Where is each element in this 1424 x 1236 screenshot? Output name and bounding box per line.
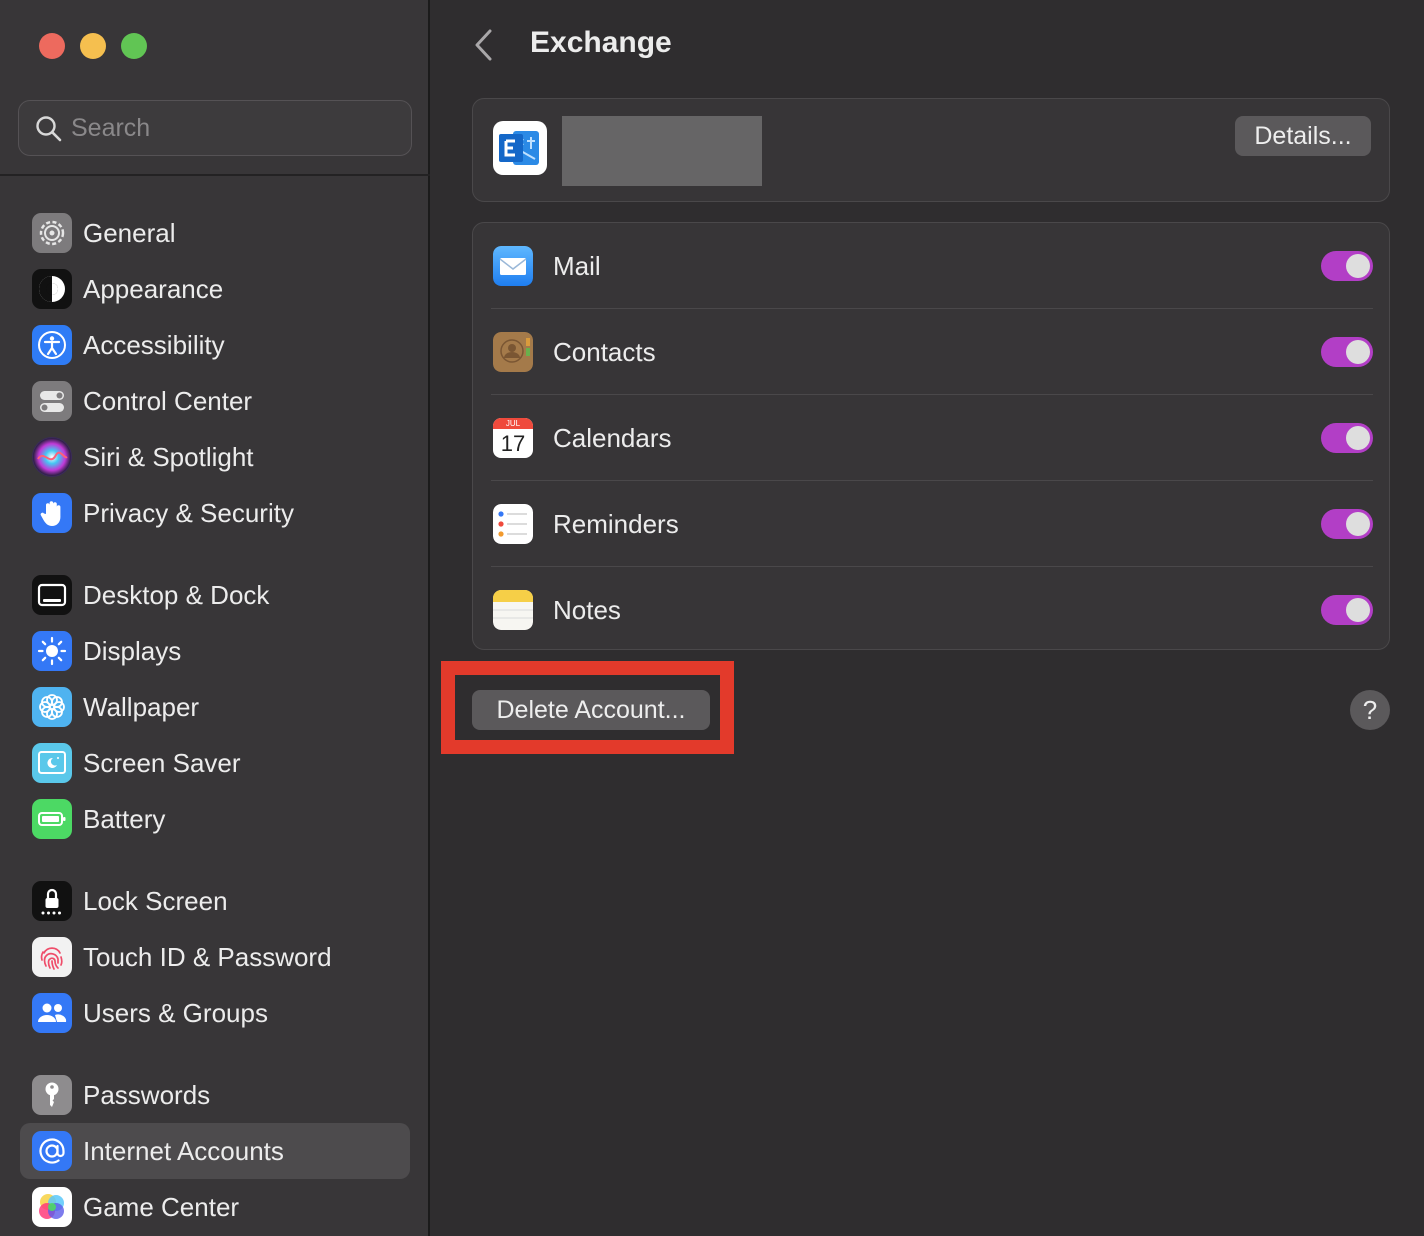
sidebar-item-label: Privacy & Security [83,497,294,528]
sidebar-divider [0,174,430,176]
sidebar-item-lock-screen[interactable]: Lock Screen [20,873,410,929]
key-icon [32,1075,72,1115]
services-list: Mail Contacts JUL 17 Calendars Reminders [472,222,1390,650]
service-row-contacts: Contacts [473,309,1391,395]
search-field[interactable] [18,100,412,156]
toggle-knob [1346,254,1370,278]
service-label: Contacts [553,336,656,367]
sidebar-item-wallpaper[interactable]: Wallpaper [20,679,410,735]
flower-icon [32,687,72,727]
sidebar-item-label: Displays [83,635,182,666]
close-window-button[interactable] [39,33,65,59]
sidebar-item-control-center[interactable]: Control Center [20,373,410,429]
sidebar-item-desktop-dock[interactable]: Desktop & Dock [20,567,410,623]
contacts-icon [493,332,533,372]
toggle-knob [1346,340,1370,364]
sidebar-item-label: Battery [83,803,166,834]
sidebar-item-game-center[interactable]: Game Center [20,1179,410,1235]
sidebar-item-general[interactable]: General [20,205,410,261]
calendar-month: JUL [493,418,533,429]
lock-icon [32,881,72,921]
sidebar-item-label: Desktop & Dock [83,579,270,610]
sidebar-item-label: Internet Accounts [83,1135,284,1166]
sidebar-item-accessibility[interactable]: Accessibility [20,317,410,373]
screen-saver-icon [32,743,72,783]
account-card: Details... [472,98,1390,202]
toggle-knob [1346,426,1370,450]
back-chevron-icon[interactable] [472,28,496,62]
sidebar-item-label: Screen Saver [83,747,241,778]
sidebar-item-label: Touch ID & Password [83,941,332,972]
sidebar-item-label: Game Center [83,1191,240,1222]
toggle-knob [1346,598,1370,622]
at-icon [32,1131,72,1171]
gear-icon [32,213,72,253]
sidebar-item-label: Passwords [83,1079,211,1110]
sidebar-item-internet-accounts[interactable]: Internet Accounts [20,1123,410,1179]
sidebar-item-privacy-security[interactable]: Privacy & Security [20,485,410,541]
zoom-window-button[interactable] [121,33,147,59]
sidebar-item-appearance[interactable]: Appearance [20,261,410,317]
mail-toggle[interactable] [1321,251,1373,281]
notes-toggle[interactable] [1321,595,1373,625]
sidebar-item-label: Lock Screen [83,885,228,916]
sidebar-item-label: General [83,217,176,248]
sidebar-item-siri-spotlight[interactable]: Siri & Spotlight [20,429,410,485]
sidebar-item-screen-saver[interactable]: Screen Saver [20,735,410,791]
sidebar-item-label: Users & Groups [83,997,268,1028]
sidebar-item-displays[interactable]: Displays [20,623,410,679]
service-row-calendars: JUL 17 Calendars [473,395,1391,481]
delete-account-button[interactable]: Delete Account... [472,690,710,730]
service-row-reminders: Reminders [473,481,1391,567]
sidebar-item-touch-id-password[interactable]: Touch ID & Password [20,929,410,985]
sidebar-item-passwords[interactable]: Passwords [20,1067,410,1123]
sidebar-item-users-groups[interactable]: Users & Groups [20,985,410,1041]
sidebar-item-label: Control Center [83,385,253,416]
sidebar-item-label: Siri & Spotlight [83,441,254,472]
dock-icon [32,575,72,615]
contacts-toggle[interactable] [1321,337,1373,367]
accessibility-icon [32,325,72,365]
sidebar-item-label: Wallpaper [83,691,200,722]
game-center-icon [32,1187,72,1227]
service-label: Calendars [553,422,672,453]
calendar-day: 17 [500,431,526,456]
details-button[interactable]: Details... [1235,116,1371,156]
reminders-toggle[interactable] [1321,509,1373,539]
calendar-icon: JUL 17 [493,418,533,458]
hand-icon [32,493,72,533]
reminders-icon [493,504,533,544]
search-icon [36,116,62,142]
notes-icon [493,590,533,630]
service-label: Notes [553,594,621,625]
service-row-mail: Mail [473,223,1391,309]
exchange-logo-icon [493,121,547,175]
redacted-account-name [562,116,762,186]
page-title: Exchange [530,26,672,59]
mail-icon [493,246,533,286]
control-center-icon [32,381,72,421]
sidebar-item-label: Accessibility [83,329,225,360]
calendars-toggle[interactable] [1321,423,1373,453]
service-label: Reminders [553,508,679,539]
users-icon [32,993,72,1033]
battery-icon [32,799,72,839]
sidebar-item-label: Appearance [83,273,224,304]
minimize-window-button[interactable] [80,33,106,59]
help-button[interactable]: ? [1350,690,1390,730]
siri-icon [32,437,72,477]
fingerprint-icon [32,937,72,977]
search-input[interactable] [71,113,391,143]
sidebar-item-battery[interactable]: Battery [20,791,410,847]
window-controls [39,33,147,59]
toggle-knob [1346,512,1370,536]
sun-icon [32,631,72,671]
sidebar: General Appearance Accessibility Control… [0,0,430,1236]
appearance-icon [32,269,72,309]
service-label: Mail [553,250,601,281]
service-row-notes: Notes [473,567,1391,653]
